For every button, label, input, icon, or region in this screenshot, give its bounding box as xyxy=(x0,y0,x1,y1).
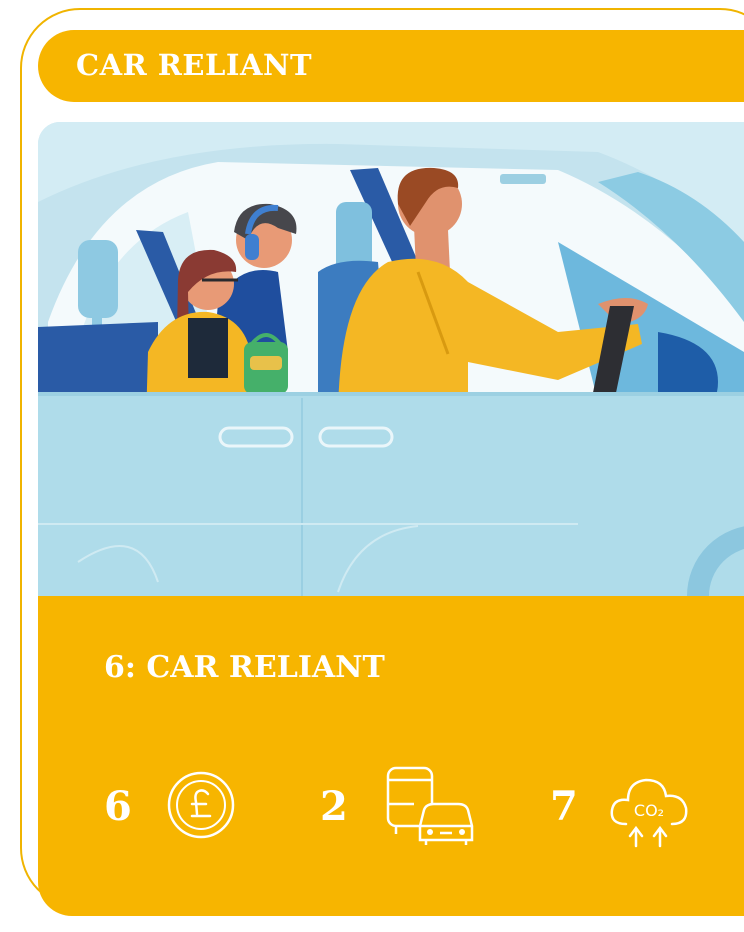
co2-label: CO₂ xyxy=(634,801,664,820)
header-title: CAR RELIANT xyxy=(76,48,313,82)
family-in-car-illustration xyxy=(38,122,744,596)
scenario-title: 6: CAR RELIANT xyxy=(104,650,385,685)
co2-cloud-icon: CO₂ xyxy=(610,778,688,848)
emissions-score: 7 xyxy=(550,783,578,830)
cost-score: 6 xyxy=(104,783,132,830)
pound-coin-icon xyxy=(167,771,235,839)
scenario-info-panel xyxy=(38,596,744,916)
bus-and-car-icon xyxy=(386,766,474,845)
transport-score: 2 xyxy=(320,783,348,830)
